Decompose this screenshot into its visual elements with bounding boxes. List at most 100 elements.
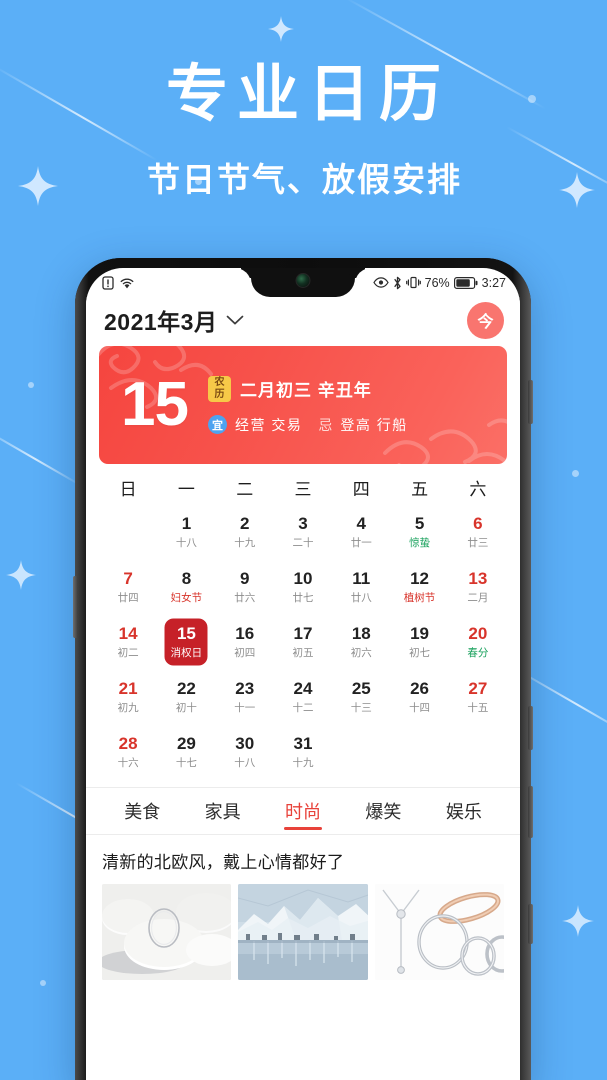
day-number: 11 xyxy=(352,569,371,588)
tab-娱乐[interactable]: 娱乐 xyxy=(424,788,504,834)
day-sublabel: 初六 xyxy=(350,647,372,659)
today-button-label: 今 xyxy=(477,314,494,331)
calendar-day-30[interactable]: 30 十八 xyxy=(216,724,274,779)
calendar-day-17[interactable]: 17 初五 xyxy=(274,614,332,669)
day-number: 22 xyxy=(176,679,196,698)
calendar-weeks: 1 十八 2 十九 3 二十 4 廿一 5 惊蛰 6 廿三 7 廿四 8 妇女节 9 廿六 10 廿七 11 廿八 12 植树… xyxy=(99,504,507,779)
calendar-day-14[interactable]: 14 初二 xyxy=(99,614,157,669)
day-number: 19 xyxy=(410,624,430,643)
day-number: 14 xyxy=(118,624,138,643)
day-number: 18 xyxy=(351,624,371,643)
tab-label: 爆笑 xyxy=(365,802,402,822)
calendar-day-5[interactable]: 5 惊蛰 xyxy=(390,504,448,559)
lunar-badge-line2: 历 xyxy=(214,388,225,400)
feed-thumbnails xyxy=(102,884,504,980)
phone-volume-down-button[interactable] xyxy=(528,706,533,750)
day-number: 6 xyxy=(473,514,483,533)
calendar-day-21[interactable]: 21 初九 xyxy=(99,669,157,724)
day-sublabel: 十三 xyxy=(350,702,372,714)
tab-label: 时尚 xyxy=(285,802,322,822)
calendar-day-28[interactable]: 28 十六 xyxy=(99,724,157,779)
calendar-day-16[interactable]: 16 初四 xyxy=(216,614,274,669)
day-sublabel: 廿一 xyxy=(350,537,372,549)
hero-section: 专业日历 节日节气、放假安排 xyxy=(0,62,607,201)
day-number: 2 xyxy=(239,514,250,533)
feed-section[interactable]: 清新的北欧风，戴上心情都好了 xyxy=(86,834,520,980)
calendar-day-7[interactable]: 7 廿四 xyxy=(99,559,157,614)
day-sublabel: 十七 xyxy=(175,757,197,769)
calendar-day-26[interactable]: 26 十四 xyxy=(390,669,448,724)
calendar-day-25[interactable]: 25 十三 xyxy=(332,669,390,724)
calendar-day-3[interactable]: 3 二十 xyxy=(274,504,332,559)
yi-items-label: 经营 交易 xyxy=(234,416,303,433)
day-number: 24 xyxy=(293,679,313,698)
day-sublabel: 消权日 xyxy=(170,647,203,659)
calendar-day-27[interactable]: 27 十五 xyxy=(449,669,507,724)
calendar-day-8[interactable]: 8 妇女节 xyxy=(157,559,215,614)
month-title[interactable]: 2021年3月 xyxy=(104,303,217,337)
day-number: 4 xyxy=(356,514,367,533)
day-sublabel: 十五 xyxy=(467,702,489,714)
calendar-day-18[interactable]: 18 初六 xyxy=(332,614,390,669)
phone-side-button-extra[interactable] xyxy=(528,904,533,944)
calendar-day-12[interactable]: 12 植树节 xyxy=(390,559,448,614)
day-sublabel: 廿八 xyxy=(350,592,372,604)
lunar-info-banner[interactable]: 15 农 历 二月初三 辛丑年 宜 经营 交易 忌 登高 行船 xyxy=(99,346,507,464)
thumbnail-jewelry-rings[interactable] xyxy=(374,884,504,980)
tab-爆笑[interactable]: 爆笑 xyxy=(343,788,423,834)
wifi-icon xyxy=(119,276,135,290)
calendar-day-31[interactable]: 31 十九 xyxy=(274,724,332,779)
weekday-header-6: 六 xyxy=(469,479,487,499)
weekday-header-5: 五 xyxy=(411,479,429,499)
weekday-header-0: 日 xyxy=(119,479,137,499)
tab-美食[interactable]: 美食 xyxy=(102,788,182,834)
calendar-day-23[interactable]: 23 十一 xyxy=(216,669,274,724)
thumbnail-snow-lake[interactable] xyxy=(238,884,368,980)
day-sublabel: 十九 xyxy=(234,537,256,549)
tab-家具[interactable]: 家具 xyxy=(182,788,262,834)
thumbnail-ceramic-ring[interactable] xyxy=(102,884,232,980)
today-button[interactable]: 今 xyxy=(467,301,504,339)
calendar-day-6[interactable]: 6 廿三 xyxy=(449,504,507,559)
page-title: 专业日历 xyxy=(165,60,450,129)
calendar-day-20[interactable]: 20 春分 xyxy=(449,614,507,669)
calendar-day-13[interactable]: 13 二月 xyxy=(449,559,507,614)
day-sublabel: 春分 xyxy=(467,647,489,659)
tab-时尚[interactable]: 时尚 xyxy=(263,788,343,834)
lunar-date-label: 二月初三 辛丑年 xyxy=(239,381,372,400)
day-number: 28 xyxy=(118,734,138,753)
day-number: 17 xyxy=(293,624,313,643)
day-number: 15 xyxy=(176,624,196,643)
calendar-day-9[interactable]: 9 廿六 xyxy=(216,559,274,614)
ji-label: 忌 xyxy=(318,416,333,433)
chevron-down-icon[interactable] xyxy=(226,313,244,331)
calendar-day-19[interactable]: 19 初七 xyxy=(390,614,448,669)
day-sublabel: 十一 xyxy=(234,702,256,714)
weekday-header-4: 四 xyxy=(352,479,370,499)
phone-volume-up-button[interactable] xyxy=(528,380,533,424)
calendar-day-selected[interactable]: 15 消权日 xyxy=(157,614,215,669)
day-number: 25 xyxy=(351,679,371,698)
phone-power-button[interactable] xyxy=(528,786,533,838)
day-number: 12 xyxy=(410,569,430,588)
day-number: 10 xyxy=(293,569,313,588)
day-sublabel: 惊蛰 xyxy=(409,537,431,549)
page-subtitle: 节日节气、放假安排 xyxy=(147,161,462,199)
calendar-day-24[interactable]: 24 十二 xyxy=(274,669,332,724)
day-number: 21 xyxy=(118,679,138,698)
day-number: 8 xyxy=(181,569,192,588)
calendar-day-11[interactable]: 11 廿八 xyxy=(332,559,390,614)
calendar-day-2[interactable]: 2 十九 xyxy=(216,504,274,559)
day-sublabel: 妇女节 xyxy=(170,592,203,604)
decorative-dot xyxy=(40,980,46,986)
calendar-day-22[interactable]: 22 初十 xyxy=(157,669,215,724)
phone-side-button-left[interactable] xyxy=(73,576,78,638)
calendar-day-29[interactable]: 29 十七 xyxy=(157,724,215,779)
calendar-day-10[interactable]: 10 廿七 xyxy=(274,559,332,614)
streak-line xyxy=(0,425,83,487)
sparkle-icon xyxy=(268,16,294,42)
phone-screen: 76% 3:27 2021年3月 今 15 农 历 二月初三 辛丑年 宜 经营 … xyxy=(86,268,520,1080)
day-number: 23 xyxy=(235,679,255,698)
calendar-day-1[interactable]: 1 十八 xyxy=(157,504,215,559)
calendar-day-4[interactable]: 4 廿一 xyxy=(332,504,390,559)
